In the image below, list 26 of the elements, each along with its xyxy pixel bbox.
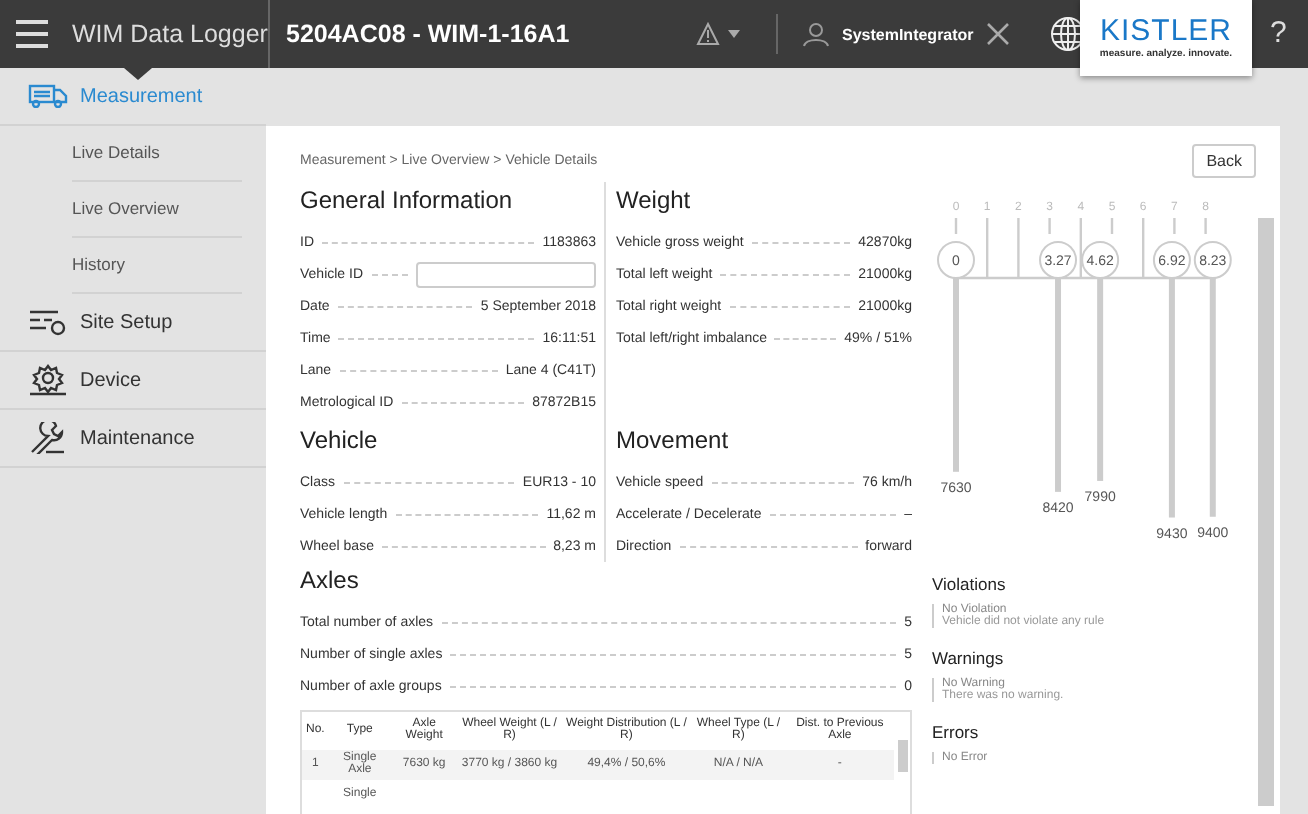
nav-subitem[interactable]: History: [72, 238, 242, 294]
user-name: SystemIntegrator: [842, 25, 974, 43]
app-title: WIM Data Logger: [72, 0, 270, 68]
truck-icon: [28, 84, 68, 108]
settings-icon: [28, 364, 68, 396]
sliders-gear-icon: [28, 308, 68, 336]
help-button[interactable]: ?: [1270, 16, 1287, 50]
nav-subitem[interactable]: Live Overview: [72, 182, 242, 238]
section-title: Warnings: [932, 648, 1006, 668]
close-icon[interactable]: [985, 22, 1010, 46]
section-title: Axles: [300, 566, 361, 594]
menu-icon[interactable]: [16, 20, 48, 48]
wrench-icon: [28, 422, 68, 454]
back-button[interactable]: Back: [1192, 143, 1256, 177]
section-title: General Information: [300, 186, 515, 214]
globe-icon[interactable]: [1049, 16, 1086, 52]
device-title: 5204AC08 - WIM-1-16A1: [286, 20, 572, 48]
section-title: Movement: [616, 426, 731, 454]
nav-subitem[interactable]: Live Details: [72, 126, 242, 182]
section-title: Errors: [932, 722, 981, 742]
warning-icon[interactable]: [696, 22, 744, 46]
user-icon: [802, 20, 830, 48]
input-field[interactable]: [416, 261, 596, 287]
section-title: Violations: [932, 574, 1008, 594]
section-title: Weight: [616, 186, 693, 214]
section-title: Vehicle: [300, 426, 380, 454]
